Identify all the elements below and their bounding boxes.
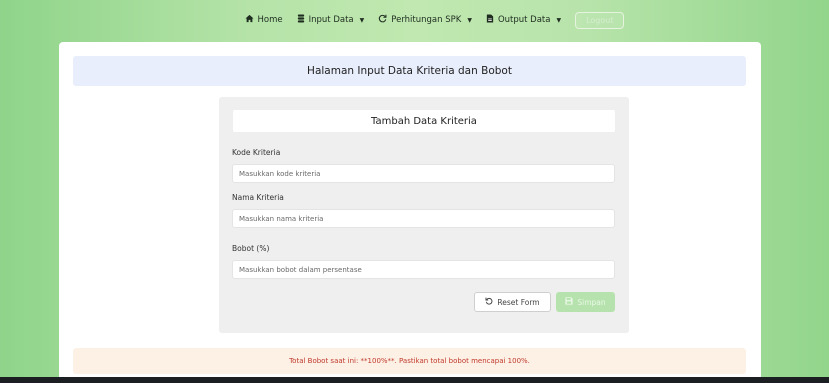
- form-title: Tambah Data Kriteria: [233, 110, 615, 132]
- chevron-down-icon: ▼: [359, 16, 365, 24]
- undo-icon: [485, 297, 493, 307]
- kode-kriteria-label: Kode Kriteria: [232, 148, 281, 157]
- os-taskbar: [0, 377, 829, 383]
- nav-home[interactable]: Home: [244, 14, 283, 26]
- database-icon: [297, 14, 305, 26]
- logout-button[interactable]: Logout: [575, 11, 625, 29]
- nav-perhitungan-label: Perhitungan SPK: [391, 15, 462, 25]
- file-icon: [486, 14, 494, 26]
- bobot-input[interactable]: [232, 260, 615, 279]
- reset-form-button[interactable]: Reset Form: [474, 292, 551, 312]
- kode-kriteria-input[interactable]: [232, 164, 615, 183]
- reset-form-label: Reset Form: [497, 297, 540, 307]
- nav-perhitungan-spk[interactable]: Perhitungan SPK ▼: [378, 14, 472, 26]
- nav-output-data[interactable]: Output Data ▼: [486, 14, 561, 26]
- nav-input-data-label: Input Data: [308, 15, 354, 25]
- home-icon: [244, 14, 254, 26]
- save-label: Simpan: [577, 297, 606, 307]
- nama-kriteria-input[interactable]: [232, 209, 615, 228]
- bobot-label: Bobot (%): [232, 244, 270, 253]
- nav-home-label: Home: [257, 15, 283, 25]
- top-navbar: Home Input Data ▼ Perhitungan SPK ▼ Outp…: [0, 0, 829, 40]
- save-button[interactable]: Simpan: [556, 292, 615, 312]
- nama-kriteria-label: Nama Kriteria: [232, 193, 284, 202]
- nav-input-data[interactable]: Input Data ▼: [297, 14, 365, 26]
- chevron-down-icon: ▼: [556, 16, 562, 24]
- save-icon: [565, 297, 573, 307]
- chevron-down-icon: ▼: [467, 16, 472, 24]
- nav-menu: Home Input Data ▼ Perhitungan SPK ▼ Outp…: [244, 11, 625, 29]
- refresh-icon: [378, 14, 387, 26]
- nav-output-data-label: Output Data: [497, 15, 551, 25]
- page-title: Halaman Input Data Kriteria dan Bobot: [73, 56, 746, 86]
- total-bobot-alert: Total Bobot saat ini: **100%**. Pastikan…: [73, 348, 746, 374]
